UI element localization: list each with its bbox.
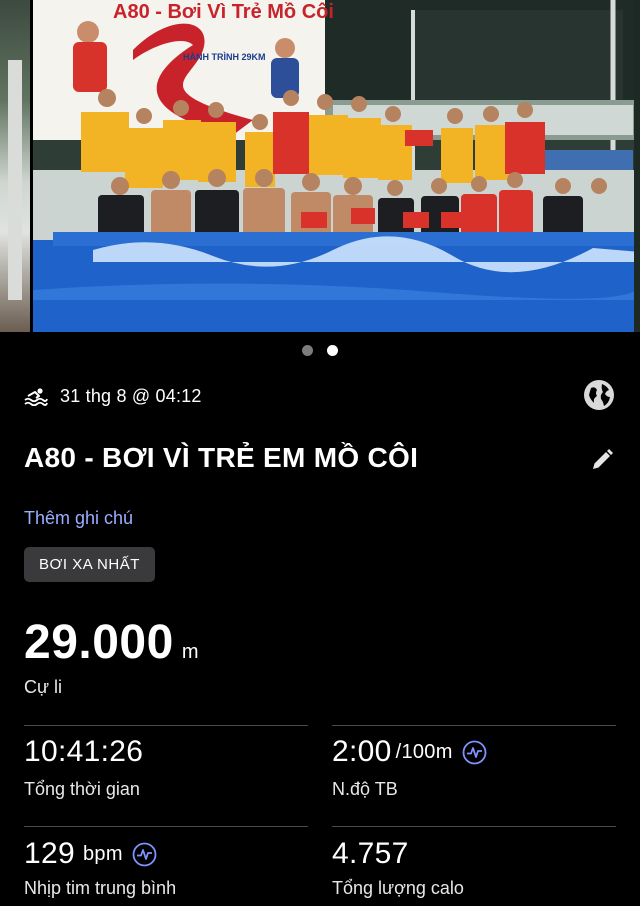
divider (24, 826, 308, 827)
pager-dot-2[interactable] (327, 345, 339, 356)
carousel-pager (0, 343, 640, 357)
distance-stat: 29.000 m (24, 615, 198, 670)
add-note-link[interactable]: Thêm ghi chú (24, 508, 133, 529)
swim-icon (24, 388, 48, 406)
heart-rate-icon[interactable] (462, 740, 487, 765)
activity-title: A80 - BƠI VÌ TRẺ EM MỒ CÔI (24, 442, 419, 473)
avg-hr-unit: bpm (82, 842, 123, 865)
pager-dot-1[interactable] (301, 345, 313, 356)
distance-value: 29.000 (24, 616, 174, 669)
calories-value: 4.757 (332, 837, 409, 870)
avg-pace-label: N.độ TB (332, 779, 398, 799)
next-photo[interactable] (634, 0, 640, 332)
calories-stat: 4.757 (332, 837, 409, 871)
avg-pace-unit: /100m (395, 740, 453, 763)
divider (332, 826, 616, 827)
total-time-stat: 10:41:26 (24, 735, 143, 769)
divider (24, 725, 308, 726)
avg-hr-stat: 129 bpm (24, 837, 157, 871)
calories-label: Tổng lượng calo (332, 878, 464, 898)
banner-title: A80 - Bơi Vì Trẻ Mồ Côi (113, 1, 334, 23)
activity-photo[interactable]: A80 - Bơi Vì Trẻ Mồ Côi HÀNH TRÌNH 29KM (33, 0, 640, 332)
photo-carousel[interactable]: A80 - Bơi Vì Trẻ Mồ Côi HÀNH TRÌNH 29KM (0, 0, 640, 332)
distance-unit: m (181, 641, 199, 663)
globe-icon[interactable] (582, 378, 616, 412)
heart-rate-icon[interactable] (132, 842, 157, 867)
total-time-value: 10:41:26 (24, 735, 144, 768)
total-time-label: Tổng thời gian (24, 779, 140, 799)
activity-meta: 31 thg 8 @ 04:12 (24, 384, 202, 408)
achievement-badge[interactable]: BƠI XA NHẤT (24, 547, 155, 582)
previous-photo[interactable] (0, 0, 30, 332)
avg-hr-label: Nhịp tim trung bình (24, 878, 177, 898)
distance-label: Cự li (24, 677, 63, 697)
avg-pace-value: 2:00 (332, 735, 392, 768)
banner-subtitle: HÀNH TRÌNH 29KM (183, 52, 266, 62)
activity-date-time: 31 thg 8 @ 04:12 (60, 385, 202, 406)
avg-pace-stat: 2:00/100m (332, 735, 487, 769)
avg-hr-value: 129 (24, 837, 75, 870)
divider (332, 725, 616, 726)
pencil-icon[interactable] (590, 448, 614, 472)
